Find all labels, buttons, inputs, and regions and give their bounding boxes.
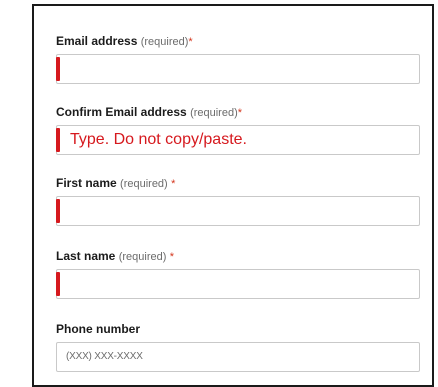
- confirm-email-required-mark: *: [237, 107, 243, 119]
- email-label-text: Email address: [56, 34, 138, 48]
- phone-placeholder: (XXX) XXX-XXXX: [66, 351, 143, 362]
- last-name-required-text: (required): [118, 251, 167, 263]
- first-name-required-mark: *: [171, 178, 176, 190]
- phone-label: Phone number: [56, 321, 140, 337]
- form-container: Email address (required)* Confirm Email …: [32, 4, 434, 387]
- confirm-email-input[interactable]: Type. Do not copy/paste.: [56, 125, 420, 155]
- last-name-error-indicator: [56, 272, 60, 296]
- email-error-indicator: [56, 57, 60, 81]
- phone-label-text: Phone number: [56, 322, 141, 336]
- first-name-label: First name (required) *: [56, 175, 175, 192]
- first-name-label-text: First name: [56, 176, 117, 190]
- confirm-email-error-indicator: [56, 128, 60, 152]
- first-name-required-text: (required): [120, 178, 168, 190]
- last-name-label-text: Last name: [56, 249, 116, 263]
- confirm-email-required-text: (required): [190, 107, 238, 119]
- email-required-mark: *: [188, 36, 193, 48]
- phone-input[interactable]: (XXX) XXX-XXXX: [56, 342, 420, 372]
- email-required-text: (required): [140, 36, 189, 48]
- last-name-input[interactable]: [56, 269, 420, 299]
- last-name-label: Last name (required) *: [56, 248, 174, 265]
- email-label: Email address (required)*: [56, 33, 193, 50]
- confirm-email-label: Confirm Email address (required)*: [56, 104, 242, 121]
- confirm-email-input-value: Type. Do not copy/paste.: [70, 131, 247, 148]
- confirm-email-label-text: Confirm Email address: [56, 105, 187, 119]
- first-name-input[interactable]: [56, 196, 420, 226]
- last-name-required-mark: *: [169, 251, 175, 263]
- first-name-error-indicator: [56, 199, 60, 223]
- email-input[interactable]: [56, 54, 420, 84]
